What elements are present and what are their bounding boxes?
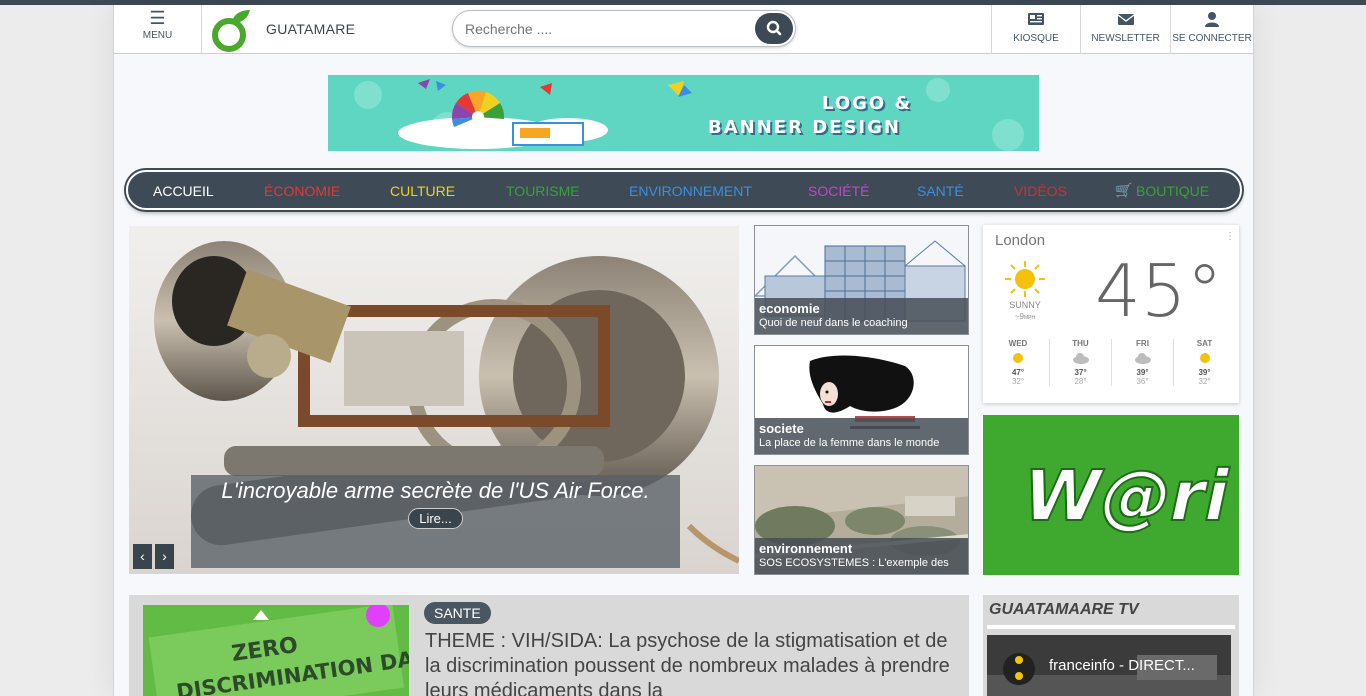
nav-item-environnement[interactable]: ENVIRONNEMENT [629,183,752,199]
tv-heading: GUAATAMAARE TV [989,601,1139,618]
forecast-day: WED 47° 32° [1008,339,1028,386]
nav-item-sante[interactable]: SANTÉ [917,183,964,199]
tv-video-player[interactable]: franceinfo - DIRECT... [987,635,1231,696]
search-button[interactable] [755,13,793,44]
search-box [452,10,796,47]
hamburger-icon: ☰ [149,8,166,28]
banner-artwork [354,78,1024,151]
weather-temperature: 45° [1095,249,1223,333]
main-nav: ACCUEIL ÉCONOMIE CULTURE TOURISME ENVIRO… [126,170,1242,210]
nav-item-boutique[interactable]: BOUTIQUE [1136,183,1209,199]
sun-icon [1199,353,1210,363]
zero-discrimination-image: ZERO DISCRIMINATION DAY [143,605,409,696]
tv-widget: GUAATAMAARE TV franceinfo - DIRECT... [983,595,1239,696]
banner-line-1: LOGO & [822,93,913,114]
login-button[interactable]: SE CONNECTER [1170,5,1253,54]
site-header: ☰ MENU GUATAMARE Recherche .... KIOSQUE … [114,5,1253,54]
cart-icon[interactable]: 🛒 [1115,182,1132,199]
wari-text: W@ri [1015,455,1238,537]
read-more-button[interactable]: Lire... [408,508,463,529]
banner-line-2: BANNER DESIGN [708,117,901,138]
nav-item-economie[interactable]: ÉCONOMIE [264,183,340,199]
envelope-icon [1117,14,1134,25]
next-slide-button[interactable]: › [155,544,174,569]
ad-banner[interactable]: LOGO & BANNER DESIGN [328,75,1039,151]
sun-icon [1013,353,1023,363]
prev-slide-button[interactable]: ‹ [133,544,152,569]
card-overlay: economie Quoi de neuf dans le coaching [755,298,968,334]
user-icon [1205,12,1219,27]
card-subtitle: Quoi de neuf dans le coaching [759,317,908,329]
nav-item-videos[interactable]: VIDÉOS [1014,183,1067,199]
newsletter-label: NEWSLETTER [1091,33,1160,44]
search-icon [766,20,782,36]
article-category-tag[interactable]: SANTE [424,602,491,624]
more-options-icon[interactable]: ⋮ [1225,231,1235,242]
weather-condition: SUNNY [1009,300,1041,310]
menu-button[interactable]: ☰ MENU [114,5,202,54]
page-container: ☰ MENU GUATAMARE Recherche .... KIOSQUE … [113,5,1254,696]
search-input[interactable] [465,17,745,41]
newspaper-icon [1028,13,1044,25]
kiosque-button[interactable]: KIOSQUE [991,5,1080,54]
weather-city: London [995,232,1046,249]
tv-divider [987,625,1235,629]
card-category: economie [759,301,820,316]
article-image[interactable]: ZERO DISCRIMINATION DAY [143,605,409,696]
wari-logo: W@ri [1014,454,1239,538]
chevron-right-icon: › [162,548,167,564]
card-overlay: environnement SOS ECOSYSTEMES : L'exempl… [755,538,968,574]
login-label: SE CONNECTER [1172,33,1252,44]
forecast-day: SAT 39° 32° [1173,339,1235,386]
article-title[interactable]: THEME : VIH/SIDA: La psychose de la stig… [425,629,955,696]
hero-caption: L'incroyable arme secrète de l'US Air Fo… [191,475,680,568]
card-subtitle: La place de la femme dans le monde [759,437,940,449]
forecast-day: FRI 39° 36° [1111,339,1173,386]
nav-item-culture[interactable]: CULTURE [390,183,455,199]
card-overlay: societe La place de la femme dans le mon… [755,418,968,454]
hero-slider[interactable]: L'incroyable arme secrète de l'US Air Fo… [129,226,739,574]
cloud-icon [1072,353,1089,364]
wari-ad[interactable]: W@ri [983,415,1239,575]
tv-video-title[interactable]: franceinfo - DIRECT... [1049,657,1195,674]
weather-wind: ~9MPH [1014,312,1036,321]
kiosque-label: KIOSQUE [1013,33,1059,44]
card-environnement[interactable]: environnement SOS ECOSYSTEMES : L'exempl… [754,465,969,575]
featured-article[interactable]: ZERO DISCRIMINATION DAY SANTE THEME : VI… [129,595,969,696]
hero-title[interactable]: L'incroyable arme secrète de l'US Air Fo… [191,476,680,506]
menu-label: MENU [142,30,173,41]
card-economie[interactable]: economie Quoi de neuf dans le coaching [754,225,969,335]
weather-widget[interactable]: London ⋮ SUNNY ~9MPH 45° WED 47° 32° THU… [983,225,1239,403]
card-societe[interactable]: societe La place de la femme dans le mon… [754,345,969,455]
card-category: societe [759,421,804,436]
nav-item-tourisme[interactable]: TOURISME [506,183,580,199]
brand-name[interactable]: GUATAMARE [266,21,355,37]
forecast-day: THU 37° 28° [1049,339,1111,386]
logo-icon[interactable] [210,8,252,52]
card-subtitle: SOS ECOSYSTEMES : L'exemple des [759,557,949,569]
newsletter-button[interactable]: NEWSLETTER [1080,5,1170,54]
sun-icon [1005,261,1045,297]
nav-item-societe[interactable]: SOCIÉTÉ [808,183,869,199]
cloud-icon [1134,353,1151,364]
chevron-left-icon: ‹ [140,548,145,564]
nav-item-accueil[interactable]: ACCUEIL [153,183,214,199]
card-category: environnement [759,541,853,556]
